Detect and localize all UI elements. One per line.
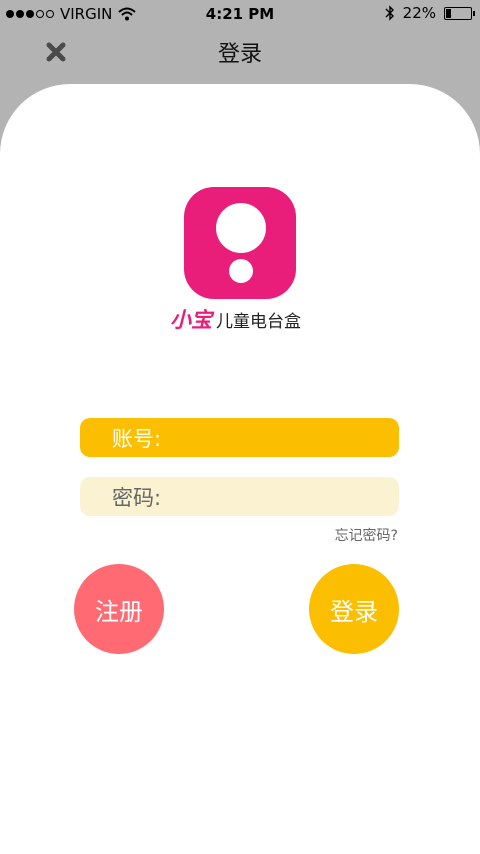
password-label: 密码:	[112, 485, 162, 510]
brand-subtitle: 儿童电台盒	[216, 312, 301, 332]
battery-fill	[446, 8, 451, 18]
status-bar: VIRGIN 4:21 PM 22%	[0, 0, 480, 30]
bluetooth-icon	[385, 5, 394, 21]
screen: VIRGIN 4:21 PM 22% 登录 小宝 儿童电台盒 账号: 密码: 忘…	[0, 0, 480, 854]
account-field[interactable]: 账号:	[80, 417, 399, 458]
account-input[interactable]	[161, 417, 399, 458]
password-input[interactable]	[161, 476, 399, 517]
app-logo	[184, 187, 296, 299]
login-button[interactable]: 登录	[309, 564, 399, 654]
brand-name: 小宝 儿童电台盒	[170, 304, 320, 334]
password-field[interactable]: 密码:	[80, 476, 399, 517]
account-label: 账号:	[112, 426, 162, 451]
battery-percent: 22%	[402, 4, 436, 22]
register-button[interactable]: 注册	[74, 564, 164, 654]
brand-mark: 小宝	[170, 308, 212, 332]
logo-dot-large	[216, 203, 266, 253]
forgot-password-link[interactable]: 忘记密码?	[335, 525, 398, 545]
login-card: 小宝 儿童电台盒 账号: 密码: 忘记密码? 注册 登录	[0, 84, 480, 854]
page-title: 登录	[217, 42, 262, 67]
logo-dot-small	[229, 259, 253, 283]
status-right: 22%	[385, 4, 475, 22]
battery-icon	[444, 6, 475, 20]
